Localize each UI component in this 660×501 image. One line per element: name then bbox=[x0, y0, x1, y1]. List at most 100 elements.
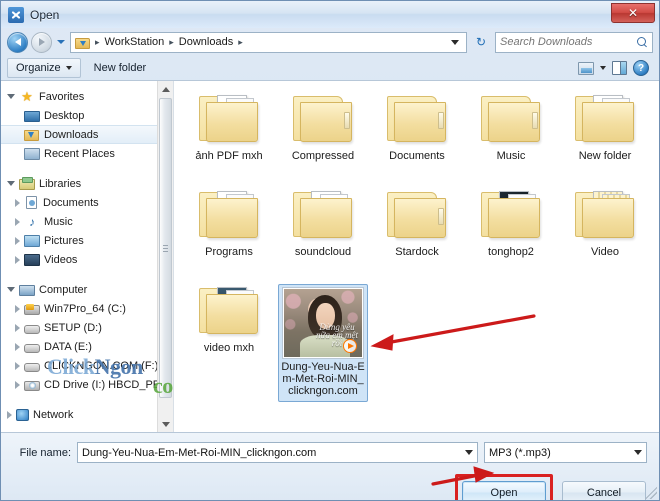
refresh-button[interactable]: ↻ bbox=[470, 32, 492, 53]
collapse-triangle-icon[interactable] bbox=[15, 304, 20, 313]
file-item-stardock[interactable]: Stardock bbox=[370, 185, 464, 281]
open-button[interactable]: Open bbox=[462, 481, 546, 500]
sidebar-item-label: SETUP (D:) bbox=[44, 321, 102, 334]
address-dropdown-icon[interactable] bbox=[451, 39, 459, 45]
hard-drive-icon bbox=[24, 362, 40, 372]
search-input[interactable] bbox=[500, 36, 637, 48]
sidebar-item-label: Win7Pro_64 (C:) bbox=[44, 302, 126, 315]
sidebar-item-videos[interactable]: Videos bbox=[1, 250, 173, 269]
folder-icon: S bbox=[479, 188, 543, 242]
file-label: Dung-Yeu-Nua-Em-Met-Roi-MIN_clickngon.co… bbox=[281, 361, 365, 397]
filename-input[interactable]: Dung-Yeu-Nua-Em-Met-Roi-MIN_clickngon.co… bbox=[77, 442, 478, 463]
downloads-folder-icon bbox=[75, 36, 90, 49]
new-folder-button[interactable]: New folder bbox=[85, 58, 156, 78]
command-toolbar: Organize New folder ? bbox=[1, 56, 659, 81]
chevron-down-icon[interactable] bbox=[465, 450, 473, 455]
file-item-music[interactable]: Music bbox=[464, 89, 558, 185]
sidebar-group-favorites[interactable]: ★ Favorites bbox=[1, 87, 173, 106]
file-list-pane[interactable]: ảnh PDF mxh Compressed Documents Music N… bbox=[173, 81, 659, 432]
sidebar-item-pictures[interactable]: Pictures bbox=[1, 231, 173, 250]
sidebar-scrollbar[interactable] bbox=[157, 81, 173, 432]
sidebar-item-documents[interactable]: Documents bbox=[1, 193, 173, 212]
breadcrumb-workstation[interactable]: WorkStation bbox=[103, 36, 167, 48]
file-item-compressed[interactable]: Compressed bbox=[276, 89, 370, 185]
forward-arrow-icon bbox=[38, 38, 45, 46]
star-icon: ★ bbox=[21, 88, 33, 104]
file-item-selected-mp3[interactable]: Dừng yêu nữa em mệt rồi Dung-Yeu-Nua-Em-… bbox=[276, 281, 370, 402]
file-item-video[interactable]: Video bbox=[558, 185, 652, 281]
back-button[interactable] bbox=[7, 31, 28, 53]
preview-pane-icon[interactable] bbox=[612, 61, 627, 75]
collapse-triangle-icon[interactable] bbox=[15, 342, 20, 351]
file-item-tonghop2[interactable]: S tonghop2 bbox=[464, 185, 558, 281]
file-item-new-folder[interactable]: New folder bbox=[558, 89, 652, 185]
folder-icon bbox=[573, 188, 637, 242]
view-layout-icon[interactable] bbox=[578, 61, 594, 75]
sidebar-item-label: Desktop bbox=[44, 109, 85, 122]
sidebar-group-label: Libraries bbox=[39, 177, 82, 190]
folder-icon bbox=[291, 92, 355, 146]
play-overlay-icon bbox=[343, 339, 357, 353]
address-bar[interactable]: ▸ WorkStation ▸ Downloads ▸ bbox=[70, 31, 467, 53]
sidebar-item-desktop[interactable]: Desktop bbox=[1, 106, 173, 125]
search-box[interactable] bbox=[495, 31, 653, 53]
sidebar-group-network[interactable]: Network bbox=[1, 405, 173, 424]
file-label: soundcloud bbox=[294, 246, 352, 258]
chevron-down-icon[interactable] bbox=[634, 450, 642, 455]
file-item-video-mxh[interactable]: video mxh bbox=[182, 281, 276, 399]
collapse-triangle-icon[interactable] bbox=[15, 217, 20, 226]
collapse-triangle-icon[interactable] bbox=[15, 361, 20, 370]
filetype-value: MP3 (*.mp3) bbox=[489, 446, 551, 459]
sidebar-item-cd-drive[interactable]: CD Drive (I:) HBCD_PE_x64 bbox=[1, 375, 173, 394]
forward-button[interactable] bbox=[31, 31, 52, 53]
cancel-button[interactable]: Cancel bbox=[562, 481, 646, 500]
file-item-soundcloud[interactable]: soundcloud bbox=[276, 185, 370, 281]
scrollbar-thumb[interactable] bbox=[159, 98, 172, 398]
collapse-triangle-icon[interactable] bbox=[15, 323, 20, 332]
footer-buttons: Open Cancel bbox=[13, 474, 647, 500]
scroll-up-button[interactable] bbox=[158, 81, 173, 97]
organize-button[interactable]: Organize bbox=[7, 58, 81, 78]
close-button[interactable]: ✕ bbox=[611, 3, 655, 23]
collapse-triangle-icon[interactable] bbox=[15, 236, 20, 245]
resize-grip-icon[interactable] bbox=[645, 487, 657, 499]
file-label: Music bbox=[496, 150, 526, 162]
file-item-programs[interactable]: Z Programs bbox=[182, 185, 276, 281]
navigation-pane: ★ Favorites Desktop Downloads Recent Pla… bbox=[1, 81, 173, 432]
collapse-triangle-icon[interactable] bbox=[15, 255, 20, 264]
filetype-select[interactable]: MP3 (*.mp3) bbox=[484, 442, 647, 463]
cancel-label: Cancel bbox=[586, 486, 622, 499]
sidebar-item-label: CD Drive (I:) HBCD_PE_x64 bbox=[44, 378, 173, 391]
hard-drive-icon bbox=[24, 343, 40, 353]
selection-highlight: Dừng yêu nữa em mệt rồi Dung-Yeu-Nua-Em-… bbox=[278, 284, 368, 402]
sidebar-item-music[interactable]: ♪ Music bbox=[1, 212, 173, 231]
sidebar-item-drive-e[interactable]: DATA (E:) bbox=[1, 337, 173, 356]
documents-icon bbox=[26, 196, 37, 209]
collapse-triangle-icon[interactable] bbox=[15, 380, 20, 389]
history-dropdown-icon[interactable] bbox=[57, 40, 65, 44]
sidebar-item-drive-f[interactable]: CLICKNGON.COM (F:) bbox=[1, 356, 173, 375]
collapse-triangle-icon[interactable] bbox=[7, 410, 12, 419]
sidebar-group-libraries[interactable]: Libraries bbox=[1, 174, 173, 193]
breadcrumb-downloads[interactable]: Downloads bbox=[177, 36, 235, 48]
sidebar-group-computer[interactable]: Computer bbox=[1, 280, 173, 299]
file-item-documents[interactable]: Documents bbox=[370, 89, 464, 185]
breadcrumb-separator-1: ▸ bbox=[169, 36, 174, 47]
help-icon[interactable]: ? bbox=[633, 60, 649, 76]
sidebar-item-drive-c[interactable]: Win7Pro_64 (C:) bbox=[1, 299, 173, 318]
view-chevron-down-icon[interactable] bbox=[600, 66, 606, 70]
dialog-footer: File name: Dung-Yeu-Nua-Em-Met-Roi-MIN_c… bbox=[1, 433, 659, 500]
breadcrumb-separator-0: ▸ bbox=[95, 36, 100, 47]
sidebar-item-recent-places[interactable]: Recent Places bbox=[1, 144, 173, 163]
scroll-down-button[interactable] bbox=[158, 416, 173, 432]
dialog-body: ★ Favorites Desktop Downloads Recent Pla… bbox=[1, 81, 659, 433]
file-item-anh-pdf-mxh[interactable]: ảnh PDF mxh bbox=[182, 89, 276, 185]
window-title: Open bbox=[30, 7, 60, 22]
sidebar-item-downloads[interactable]: Downloads bbox=[1, 125, 173, 144]
open-button-highlight: Open bbox=[455, 474, 553, 500]
search-icon bbox=[637, 36, 648, 48]
filename-label: File name: bbox=[19, 446, 71, 459]
collapse-triangle-icon[interactable] bbox=[15, 198, 20, 207]
file-label: Video bbox=[591, 246, 619, 258]
sidebar-item-drive-d[interactable]: SETUP (D:) bbox=[1, 318, 173, 337]
